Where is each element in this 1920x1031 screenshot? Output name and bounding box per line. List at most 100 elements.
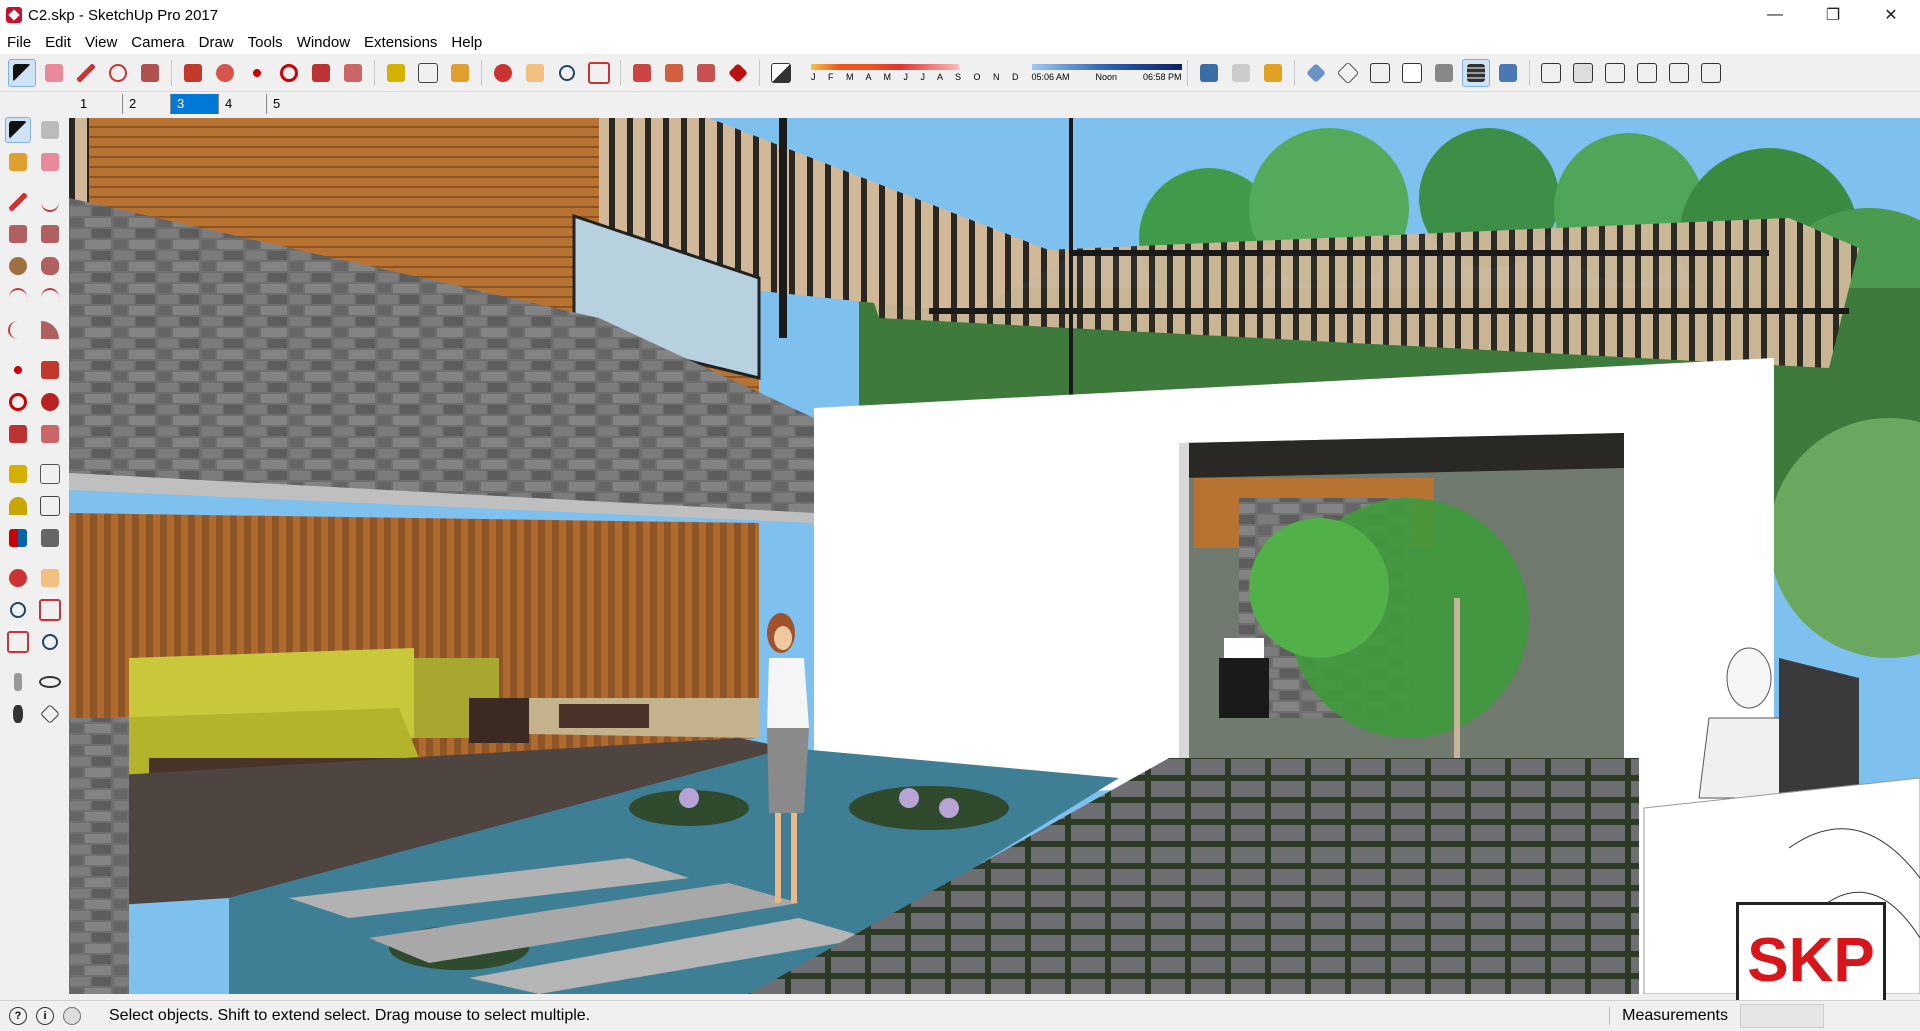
warehouse-button[interactable] bbox=[628, 59, 656, 87]
axes-tool[interactable] bbox=[5, 525, 31, 551]
3d-text-tool[interactable] bbox=[37, 525, 63, 551]
polygon-tool[interactable] bbox=[37, 253, 63, 279]
wireframe-button[interactable] bbox=[1366, 59, 1394, 87]
model-viewport[interactable] bbox=[69, 118, 1920, 994]
tape-measure-tool[interactable] bbox=[5, 461, 31, 487]
line-tool[interactable] bbox=[5, 189, 31, 215]
pan-tool[interactable] bbox=[37, 565, 63, 591]
dimension-tool[interactable] bbox=[37, 461, 63, 487]
scale-tool[interactable] bbox=[5, 421, 31, 447]
display-shadows-button[interactable] bbox=[767, 59, 795, 87]
eraser-tool[interactable] bbox=[37, 149, 63, 175]
text-tool-button[interactable] bbox=[414, 59, 442, 87]
select-tool[interactable] bbox=[5, 117, 31, 143]
back-edges-button[interactable] bbox=[1334, 59, 1362, 87]
push-pull-tool[interactable] bbox=[37, 357, 63, 383]
offset-tool[interactable] bbox=[37, 421, 63, 447]
freehand-tool[interactable] bbox=[37, 189, 63, 215]
scene-tab-4[interactable]: 4 bbox=[218, 94, 266, 114]
rotate-tool[interactable] bbox=[5, 389, 31, 415]
back-view-button[interactable] bbox=[1665, 59, 1693, 87]
two-point-arc-icon bbox=[41, 288, 59, 308]
two-point-arc-tool[interactable] bbox=[37, 285, 63, 311]
three-point-arc-tool[interactable] bbox=[5, 317, 31, 343]
scene-tab-3[interactable]: 3 bbox=[170, 94, 218, 114]
push-pull-button[interactable] bbox=[179, 59, 207, 87]
credits-icon[interactable]: i bbox=[36, 1007, 54, 1025]
rectangle-tool[interactable] bbox=[5, 221, 31, 247]
components-button[interactable] bbox=[660, 59, 688, 87]
text-tool[interactable] bbox=[37, 493, 63, 519]
top-view-button[interactable] bbox=[1569, 59, 1597, 87]
user-account-icon[interactable] bbox=[63, 1007, 81, 1025]
zoom-extents-tool[interactable] bbox=[5, 629, 31, 655]
previous-view-tool[interactable] bbox=[37, 629, 63, 655]
select-tool-button[interactable] bbox=[8, 58, 36, 87]
minimize-button[interactable]: — bbox=[1746, 0, 1804, 30]
share-model-button[interactable] bbox=[692, 59, 720, 87]
protractor-tool[interactable] bbox=[5, 493, 31, 519]
scale-tool-button[interactable] bbox=[307, 59, 335, 87]
section-plane-tool[interactable] bbox=[37, 701, 63, 727]
hidden-line-button[interactable] bbox=[1398, 59, 1426, 87]
make-component-tool[interactable] bbox=[37, 117, 63, 143]
move-tool[interactable] bbox=[5, 357, 31, 383]
xray-button[interactable] bbox=[1302, 59, 1330, 87]
menu-file[interactable]: File bbox=[0, 34, 38, 51]
geo-location-icon[interactable]: ? bbox=[9, 1007, 27, 1025]
date-slider[interactable]: J F M A M J J A S O N D bbox=[811, 63, 1024, 82]
menu-view[interactable]: View bbox=[78, 34, 124, 51]
shaded-textures-button[interactable] bbox=[1461, 58, 1490, 87]
look-around-tool[interactable] bbox=[37, 669, 63, 695]
shape-tool-button[interactable] bbox=[136, 59, 164, 87]
menu-extensions[interactable]: Extensions bbox=[357, 34, 444, 51]
paint-bucket-tool[interactable] bbox=[5, 149, 31, 175]
zoom-tool-button[interactable] bbox=[553, 59, 581, 87]
menu-edit[interactable]: Edit bbox=[38, 34, 78, 51]
menu-tools[interactable]: Tools bbox=[241, 34, 290, 51]
orbit-tool-button[interactable] bbox=[489, 59, 517, 87]
section-plane-button[interactable] bbox=[1195, 59, 1223, 87]
move-tool-button[interactable] bbox=[243, 59, 271, 87]
follow-me-button[interactable] bbox=[211, 59, 239, 87]
eraser-tool-button[interactable] bbox=[40, 59, 68, 87]
iso-view-button[interactable] bbox=[1537, 59, 1565, 87]
offset-tool-button[interactable] bbox=[339, 59, 367, 87]
zoom-extents-button[interactable] bbox=[585, 59, 613, 87]
arc-tool[interactable] bbox=[5, 285, 31, 311]
front-view-button[interactable] bbox=[1601, 59, 1629, 87]
scene-tab-5[interactable]: 5 bbox=[266, 94, 314, 114]
menu-draw[interactable]: Draw bbox=[192, 34, 241, 51]
orbit-tool[interactable] bbox=[5, 565, 31, 591]
position-camera-tool[interactable] bbox=[5, 669, 31, 695]
scene-tab-1[interactable]: 1 bbox=[74, 94, 122, 114]
zoom-window-tool[interactable] bbox=[37, 597, 63, 623]
menu-camera[interactable]: Camera bbox=[124, 34, 191, 51]
close-button[interactable]: ✕ bbox=[1862, 0, 1920, 30]
rotate-tool-button[interactable] bbox=[275, 59, 303, 87]
tape-measure-button[interactable] bbox=[382, 59, 410, 87]
rotated-rectangle-tool[interactable] bbox=[37, 221, 63, 247]
shaded-button[interactable] bbox=[1430, 59, 1458, 87]
line-tool-button[interactable] bbox=[72, 59, 100, 87]
zoom-tool[interactable] bbox=[5, 597, 31, 623]
follow-me-tool[interactable] bbox=[37, 389, 63, 415]
extension-warehouse-button[interactable] bbox=[724, 59, 752, 87]
monochrome-button[interactable] bbox=[1494, 59, 1522, 87]
pan-tool-button[interactable] bbox=[521, 59, 549, 87]
circle-tool[interactable] bbox=[5, 253, 31, 279]
display-section-planes-button[interactable] bbox=[1227, 59, 1255, 87]
time-slider[interactable]: 05:06 AM Noon 06:58 PM bbox=[1031, 63, 1182, 82]
pie-tool[interactable] bbox=[37, 317, 63, 343]
walk-tool[interactable] bbox=[5, 701, 31, 727]
left-view-button[interactable] bbox=[1697, 59, 1725, 87]
scene-tab-2[interactable]: 2 bbox=[122, 94, 170, 114]
menu-window[interactable]: Window bbox=[290, 34, 357, 51]
display-section-cuts-button[interactable] bbox=[1259, 59, 1287, 87]
measurements-input[interactable] bbox=[1740, 1004, 1824, 1028]
paint-bucket-button[interactable] bbox=[446, 59, 474, 87]
right-view-button[interactable] bbox=[1633, 59, 1661, 87]
arc-tool-button[interactable] bbox=[104, 59, 132, 87]
restore-button[interactable]: ❐ bbox=[1804, 0, 1862, 30]
menu-help[interactable]: Help bbox=[444, 34, 489, 51]
